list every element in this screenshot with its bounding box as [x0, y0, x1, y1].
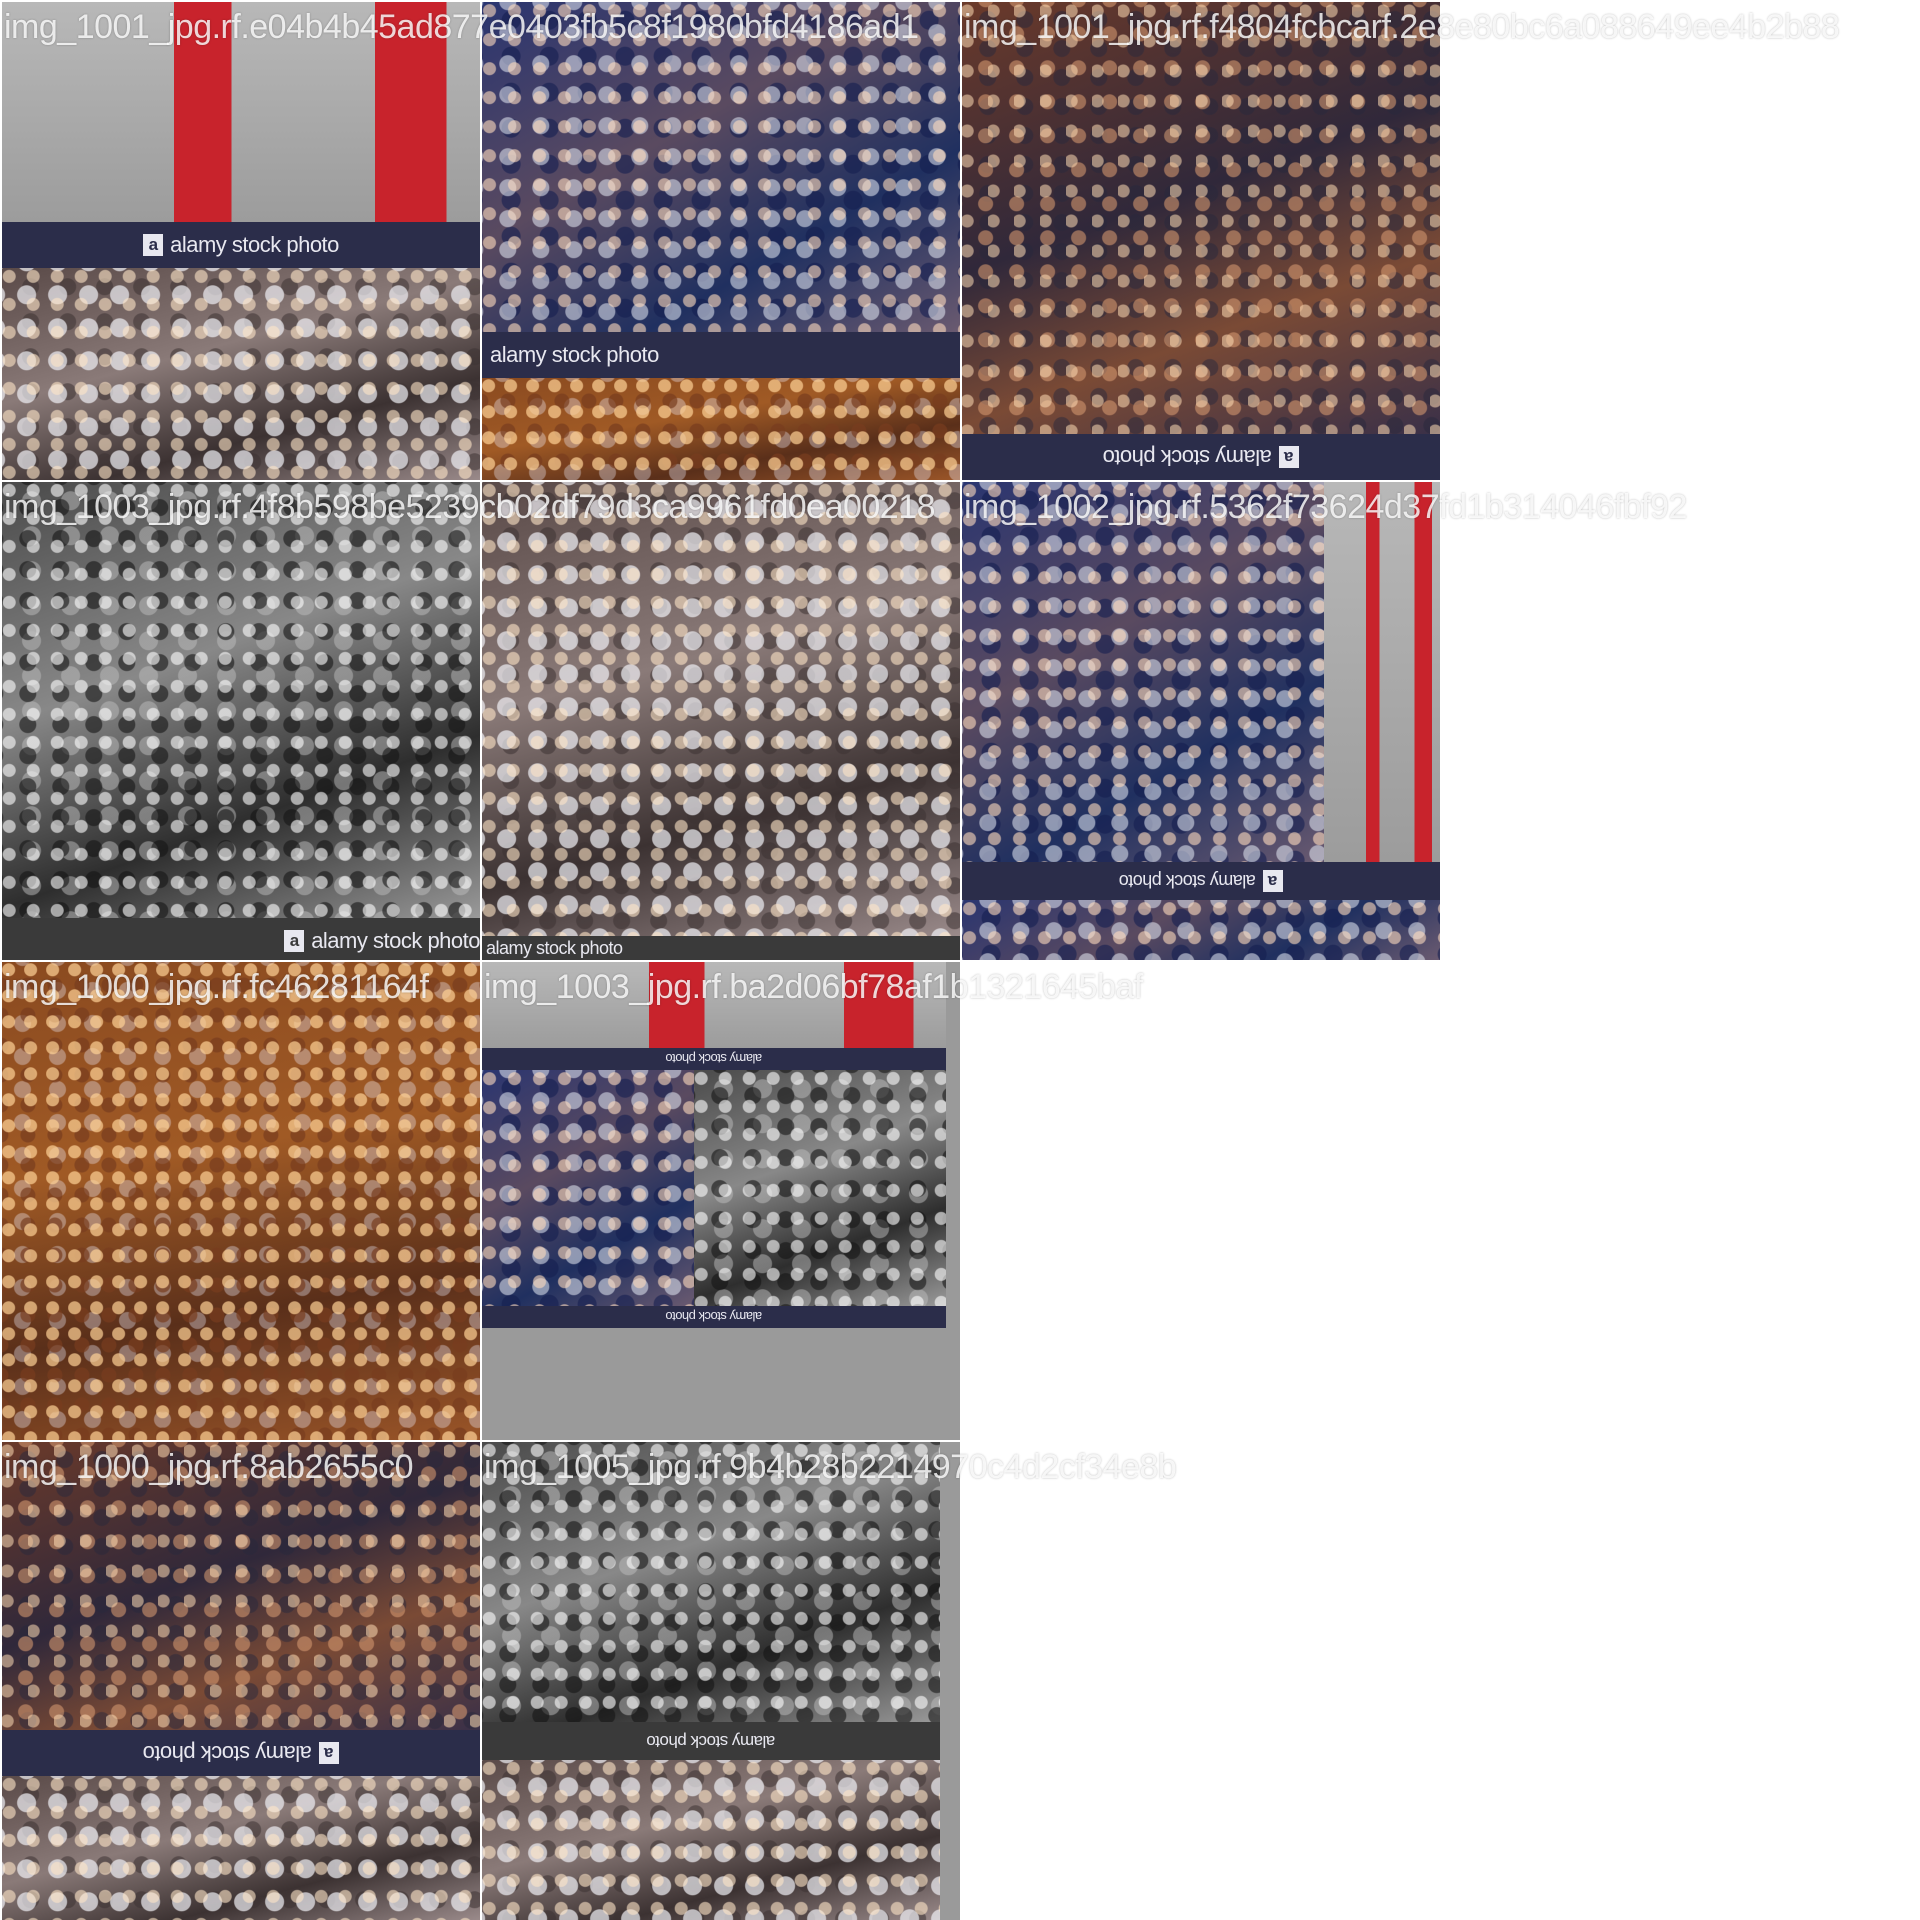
- crowd-photo: [482, 2, 960, 332]
- mosaic-tile-1[interactable]: a alamy stock photo: [2, 2, 480, 480]
- mosaic-tile-9[interactable]: a alamy stock photo: [2, 1442, 480, 1920]
- tile-filename-label: img_1000_jpg.rf.fc46281164f: [4, 968, 429, 1006]
- watermark-text: alamy stock photo: [490, 342, 659, 367]
- watermark-banner: alamy stock photo: [482, 1048, 946, 1070]
- watermark-text: alamy stock photo: [486, 937, 623, 958]
- watermark-text: alamy stock photo: [1103, 445, 1272, 470]
- watermark-text: alamy stock photo: [1119, 871, 1256, 892]
- alamy-logo-icon: a: [284, 930, 305, 952]
- watermark-banner: a alamy stock photo: [962, 434, 1440, 480]
- watermark-banner: a alamy stock photo: [962, 862, 1440, 900]
- watermark-text: alamy stock photo: [170, 232, 339, 257]
- tile-filename-label: img_1001_jpg.rf.e04b4b45ad877e0403fb5c8f…: [4, 8, 919, 46]
- watermark-text: alamy stock photo: [311, 928, 480, 953]
- crowd-photo: [694, 1070, 946, 1306]
- watermark-text: alamy stock photo: [665, 1309, 763, 1325]
- mosaic-tile-5[interactable]: alamy stock photo: [482, 482, 960, 960]
- tile-filename-label: img_1003_jpg.rf.ba2d06bf78af1b1321645baf: [484, 968, 1143, 1006]
- crowd-photo: [482, 482, 960, 936]
- crowd-photo: [482, 1760, 940, 1920]
- watermark-banner: alamy stock photo: [482, 1306, 946, 1328]
- tile-filename-label: img_1003_jpg.rf.4f8b598be5239cb02df79d3c…: [4, 488, 936, 526]
- crowd-photo: [962, 900, 1440, 960]
- mosaic-tile-10[interactable]: alamy stock photo: [482, 1442, 960, 1920]
- watermark-banner: a alamy stock photo: [2, 918, 480, 960]
- watermark-text: alamy stock photo: [646, 1732, 776, 1751]
- watermark-text: alamy stock photo: [665, 1051, 763, 1067]
- alamy-logo-icon: a: [1278, 446, 1299, 468]
- mosaic-tile-3[interactable]: a alamy stock photo: [962, 2, 1440, 480]
- street-scene: [1324, 482, 1440, 862]
- watermark-banner: a alamy stock photo: [2, 1730, 480, 1776]
- crowd-photo: [2, 962, 480, 1440]
- mosaic-tile-2[interactable]: alamy stock photo: [482, 2, 960, 480]
- watermark-banner: alamy stock photo: [482, 1722, 940, 1760]
- tile-filename-label: img_1005_jpg.rf.9b4b28b2214970c4d2cf34e8…: [484, 1448, 1177, 1486]
- crowd-photo: [2, 268, 480, 480]
- alamy-logo-icon: a: [1262, 870, 1283, 892]
- mosaic-tile-6[interactable]: a alamy stock photo: [962, 482, 1440, 960]
- watermark-banner: alamy stock photo: [482, 332, 960, 378]
- watermark-banner: alamy stock photo: [482, 936, 960, 960]
- crowd-photo: [482, 378, 960, 480]
- mosaic-tile-4[interactable]: a alamy stock photo: [2, 482, 480, 960]
- crowd-photo: [962, 2, 1440, 434]
- crowd-photo: [2, 1776, 480, 1920]
- tile-filename-label: img_1000_jpg.rf.8ab2655c0: [4, 1448, 414, 1486]
- alamy-logo-icon: a: [318, 1742, 339, 1764]
- alamy-logo-icon: a: [143, 234, 164, 256]
- crowd-photo: [482, 1070, 694, 1306]
- crowd-photo: [2, 482, 480, 918]
- tile-filename-label: img_1001_jpg.rf.f4804fcbcarf.2e8e80bc6a0…: [964, 8, 1840, 46]
- watermark-banner: a alamy stock photo: [2, 222, 480, 268]
- watermark-text: alamy stock photo: [143, 1741, 312, 1766]
- mosaic-tile-8[interactable]: alamy stock photo alamy stock photo: [482, 962, 960, 1440]
- tile-filename-label: img_1002_jpg.rf.5362f73624d37fd1b314046f…: [964, 488, 1687, 526]
- mosaic-tile-7[interactable]: [2, 962, 480, 1440]
- crowd-photo: [962, 482, 1324, 862]
